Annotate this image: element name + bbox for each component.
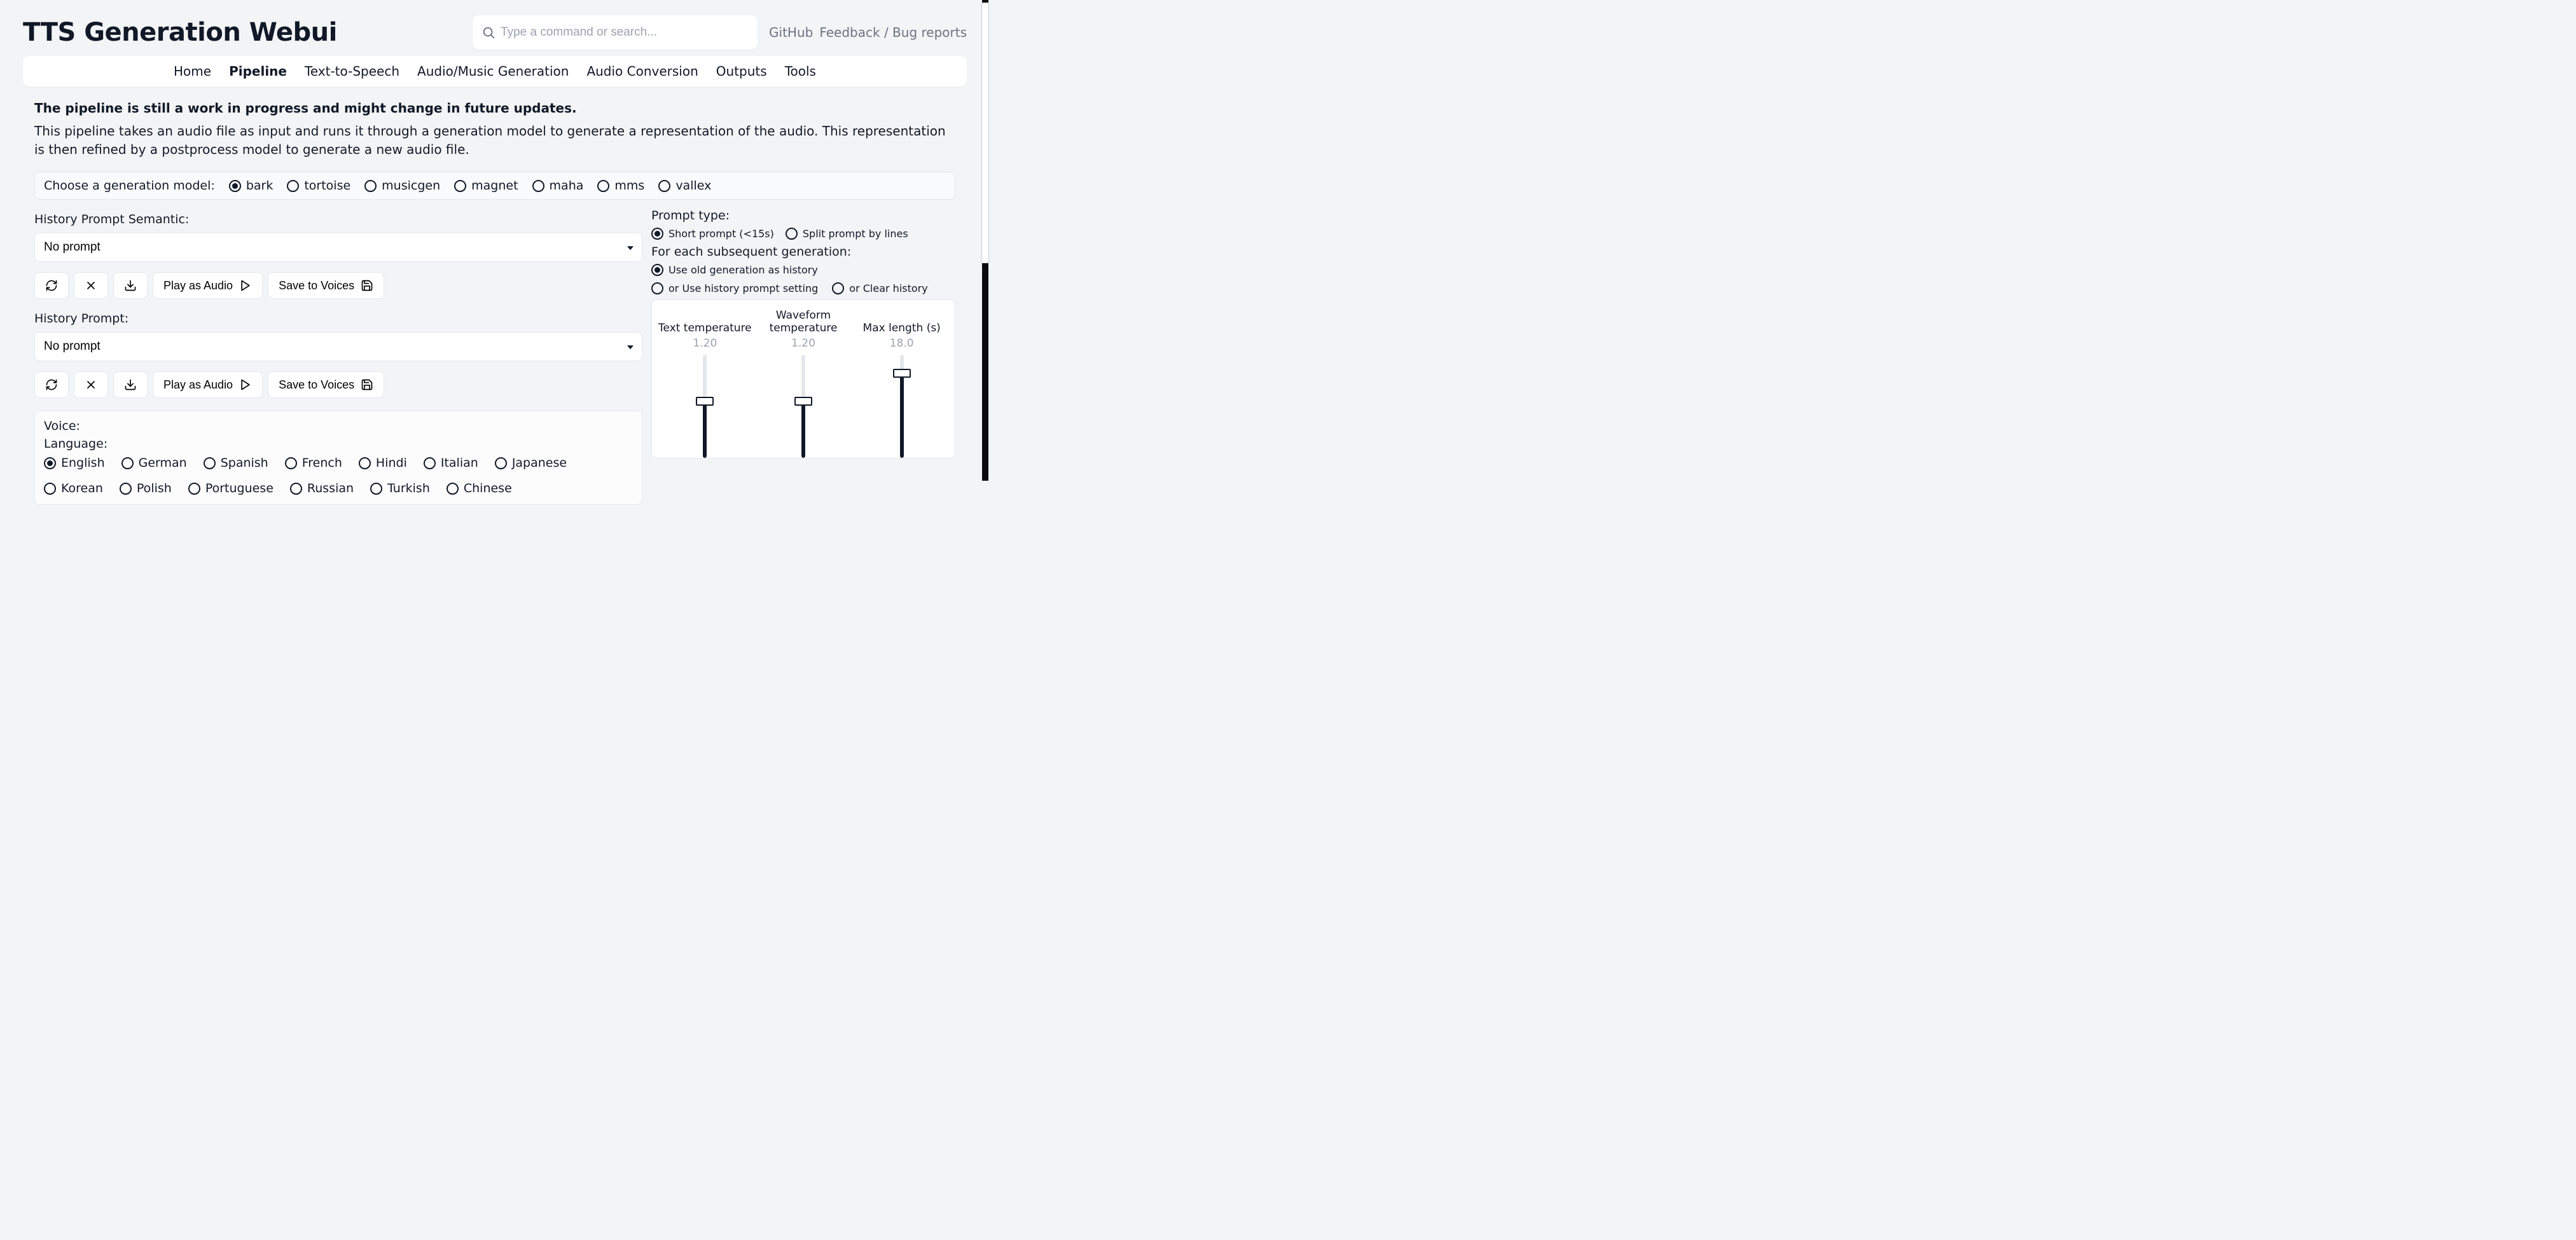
language-radio-japanese[interactable]: Japanese bbox=[495, 456, 567, 470]
language-radio-portuguese[interactable]: Portuguese bbox=[188, 481, 274, 495]
language-radio-italian[interactable]: Italian bbox=[424, 456, 478, 470]
refresh-icon bbox=[45, 279, 58, 292]
slider-title: Text temperature bbox=[658, 307, 752, 334]
slider-track[interactable] bbox=[801, 355, 805, 458]
prompt-type-radio-split[interactable]: Split prompt by lines bbox=[786, 228, 908, 240]
page-title: TTS Generation Webui bbox=[23, 18, 337, 47]
language-radio-german[interactable]: German bbox=[121, 456, 187, 470]
language-radio-turkish[interactable]: Turkish bbox=[370, 481, 430, 495]
history-prompt-select[interactable] bbox=[34, 332, 642, 361]
download-icon bbox=[124, 378, 137, 391]
language-radio-korean[interactable]: Korean bbox=[44, 481, 103, 495]
search-wrap bbox=[473, 15, 758, 50]
hps-download-button[interactable] bbox=[113, 272, 148, 299]
model-radio-musicgen[interactable]: musicgen bbox=[364, 179, 440, 193]
model-radio-tortoise[interactable]: tortoise bbox=[287, 179, 350, 193]
slider-thumb[interactable] bbox=[696, 397, 714, 406]
refresh-icon bbox=[45, 378, 58, 391]
prompt-type-label: Prompt type: bbox=[651, 209, 955, 223]
play-icon bbox=[239, 378, 252, 391]
hps-refresh-button[interactable] bbox=[34, 272, 69, 299]
language-radio-chinese[interactable]: Chinese bbox=[447, 481, 512, 495]
hps-play-button[interactable]: Play as Audio bbox=[153, 272, 263, 299]
slider-thumb[interactable] bbox=[893, 369, 911, 378]
search-icon bbox=[481, 25, 495, 39]
hp-refresh-button[interactable] bbox=[34, 371, 69, 398]
prompt-type-radio-short[interactable]: Short prompt (<15s) bbox=[651, 228, 774, 240]
search-input[interactable] bbox=[473, 15, 758, 50]
slider-1: Waveform temperature 1.20 bbox=[756, 307, 852, 458]
header-link-github[interactable]: GitHub bbox=[769, 25, 813, 40]
slider-track[interactable] bbox=[703, 355, 707, 458]
nav-item-outputs[interactable]: Outputs bbox=[716, 64, 767, 79]
hps-save-button[interactable]: Save to Voices bbox=[268, 272, 384, 299]
subseq-radio-clear[interactable]: or Clear history bbox=[832, 282, 927, 294]
slider-thumb[interactable] bbox=[794, 397, 812, 406]
close-icon bbox=[85, 378, 97, 391]
language-radio-french[interactable]: French bbox=[285, 456, 342, 470]
language-radio-spanish[interactable]: Spanish bbox=[204, 456, 268, 470]
history-prompt-semantic-select[interactable] bbox=[34, 233, 642, 262]
download-icon bbox=[124, 279, 137, 292]
history-prompt-semantic-label: History Prompt Semantic: bbox=[34, 212, 642, 226]
pipeline-warning: The pipeline is still a work in progress… bbox=[34, 100, 955, 116]
model-radio-maha[interactable]: maha bbox=[532, 179, 584, 193]
save-icon bbox=[361, 378, 373, 391]
model-radio-bark[interactable]: bark bbox=[229, 179, 274, 193]
slider-0: Text temperature 1.20 bbox=[657, 307, 753, 458]
voice-language-panel: Voice: Language: English German Spanish Fre… bbox=[34, 411, 642, 505]
language-radio-hindi[interactable]: Hindi bbox=[359, 456, 407, 470]
nav-item-pipeline[interactable]: Pipeline bbox=[229, 64, 287, 79]
hps-clear-button[interactable] bbox=[74, 272, 108, 299]
history-prompt-label: History Prompt: bbox=[34, 312, 642, 326]
slider-2: Max length (s) 18.0 bbox=[854, 307, 950, 458]
hp-play-button[interactable]: Play as Audio bbox=[153, 371, 263, 398]
close-icon bbox=[85, 279, 97, 292]
subseq-radio-use-history-setting[interactable]: or Use history prompt setting bbox=[651, 282, 818, 294]
slider-title: Max length (s) bbox=[863, 307, 941, 334]
slider-card: Text temperature1.20Waveform temperature… bbox=[651, 300, 955, 458]
save-icon bbox=[361, 279, 373, 292]
voice-label: Voice: bbox=[44, 419, 633, 433]
hp-clear-button[interactable] bbox=[74, 371, 108, 398]
subseq-radio-use-old[interactable]: Use old generation as history bbox=[651, 264, 818, 276]
slider-value: 1.20 bbox=[693, 337, 717, 350]
nav-bar: Home Pipeline Text-to-Speech Audio/Music… bbox=[23, 56, 967, 86]
slider-title: Waveform temperature bbox=[770, 307, 838, 334]
pipeline-description: This pipeline takes an audio file as inp… bbox=[34, 122, 955, 159]
nav-item-audiogen[interactable]: Audio/Music Generation bbox=[417, 64, 569, 79]
scrollbar-thumb[interactable] bbox=[981, 3, 989, 263]
subsequent-label: For each subsequent generation: bbox=[651, 245, 955, 259]
model-radio-magnet[interactable]: magnet bbox=[454, 179, 518, 193]
slider-track[interactable] bbox=[900, 355, 904, 458]
nav-item-tts[interactable]: Text-to-Speech bbox=[305, 64, 399, 79]
play-icon bbox=[239, 279, 252, 292]
generation-model-label: Choose a generation model: bbox=[44, 179, 215, 193]
language-radio-russian[interactable]: Russian bbox=[290, 481, 354, 495]
language-radio-polish[interactable]: Polish bbox=[120, 481, 172, 495]
model-radio-vallex[interactable]: vallex bbox=[658, 179, 711, 193]
slider-value: 1.20 bbox=[791, 337, 815, 350]
nav-item-home[interactable]: Home bbox=[174, 64, 211, 79]
hp-save-button[interactable]: Save to Voices bbox=[268, 371, 384, 398]
model-radio-mms[interactable]: mms bbox=[597, 179, 644, 193]
slider-value: 18.0 bbox=[890, 337, 914, 350]
hp-download-button[interactable] bbox=[113, 371, 148, 398]
language-radio-english[interactable]: English bbox=[44, 456, 105, 470]
nav-item-audioconv[interactable]: Audio Conversion bbox=[586, 64, 698, 79]
generation-model-row: Choose a generation model: bark tortoise… bbox=[34, 172, 955, 200]
header-link-feedback[interactable]: Feedback / Bug reports bbox=[819, 25, 967, 40]
nav-item-tools[interactable]: Tools bbox=[785, 64, 816, 79]
language-label: Language: bbox=[44, 437, 633, 451]
